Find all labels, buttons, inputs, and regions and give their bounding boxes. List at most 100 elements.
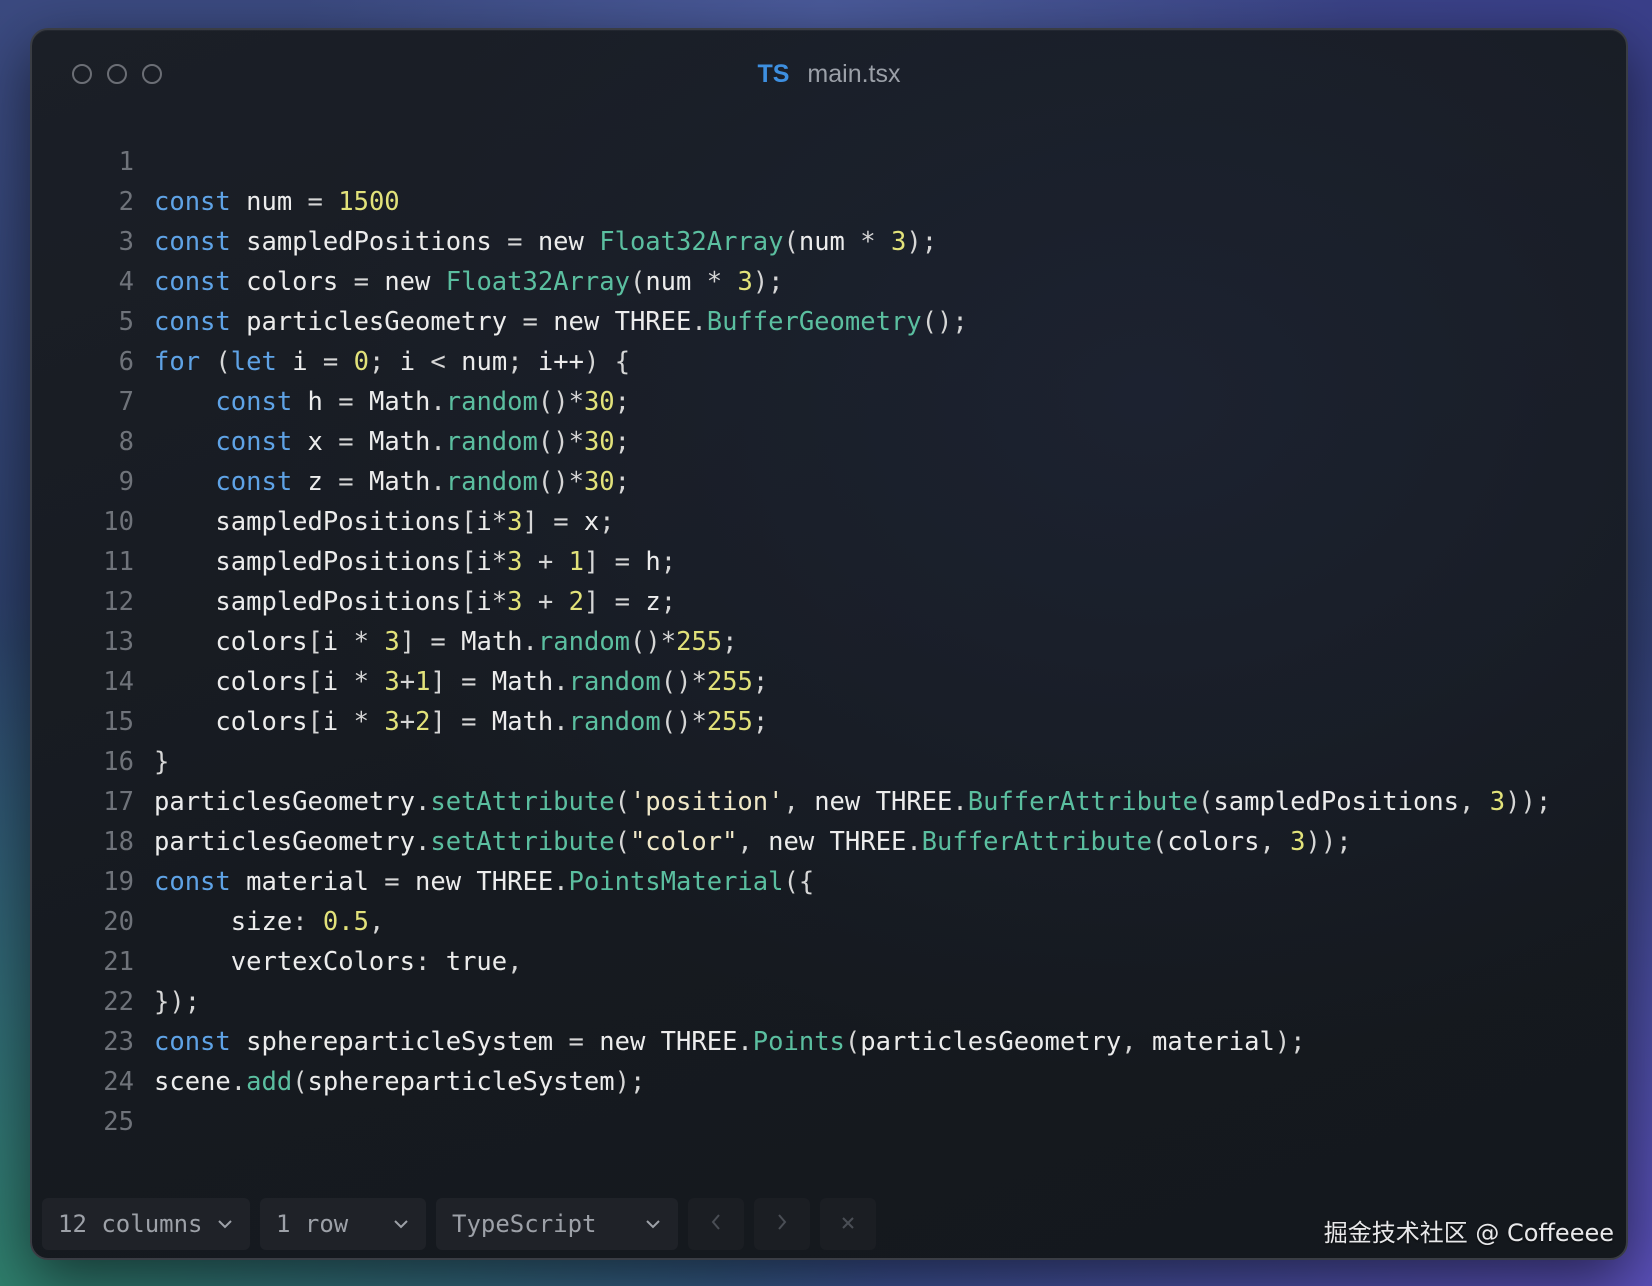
previous-button[interactable] [688, 1198, 744, 1250]
code-token: random [445, 427, 538, 457]
clear-button[interactable] [820, 1198, 876, 1250]
code-token: )); [1505, 787, 1552, 817]
code-token: ] = [522, 507, 584, 537]
code-token: 3 [507, 587, 523, 617]
next-button[interactable] [754, 1198, 810, 1250]
code-token: colors [215, 707, 308, 737]
code-token: }); [154, 987, 201, 1017]
code-token: ; [599, 507, 615, 537]
code-token: + [522, 547, 569, 577]
code-token: ; [368, 347, 400, 377]
code-token: ); [1274, 1027, 1306, 1057]
line-number: 10 [103, 507, 134, 537]
code-token: . [522, 627, 538, 657]
code-token: = [507, 227, 538, 257]
line-number: 25 [103, 1107, 134, 1137]
code-token: [ [461, 547, 477, 577]
line-number: 14 [103, 667, 134, 697]
code-token: 0.5 [322, 907, 369, 937]
code-line: 9 const z = Math.random()*30; [62, 462, 1606, 502]
code-token: 30 [583, 427, 615, 457]
code-token: : [415, 947, 446, 977]
columns-select[interactable]: 12 columns [42, 1198, 250, 1250]
language-select[interactable]: TypeScript [436, 1198, 678, 1250]
code-token: vertexColors [230, 947, 415, 977]
line-number: 3 [118, 227, 134, 257]
watermark: 掘金技术社区 @ Coffeeee [1323, 1219, 1614, 1247]
code-token: setAttribute [430, 827, 615, 857]
code-line: 25 [62, 1102, 1606, 1142]
code-token: } [154, 747, 170, 777]
code-token: = [307, 187, 339, 217]
code-token: new THREE [415, 867, 554, 897]
code-token: colors [215, 627, 308, 657]
code-token: ; [614, 387, 631, 417]
code-editor[interactable]: 1 2 const num = 1500 3 const sampledPosition… [62, 142, 1606, 1142]
code-line: 19 const material = new THREE.PointsMater… [62, 862, 1606, 902]
code-token: const [154, 227, 231, 257]
code-token: let [230, 347, 277, 377]
code-token: [ [307, 707, 323, 737]
code-line: 17 particlesGeometry.setAttribute('positi… [62, 782, 1606, 822]
code-token: . [430, 427, 446, 457]
code-token: = [322, 347, 354, 377]
code-token: . [691, 307, 707, 337]
code-token: for [154, 347, 201, 377]
code-token: = [338, 427, 369, 457]
code-token: = [338, 387, 369, 417]
code-line: 10 sampledPositions[i*3] = x; [62, 502, 1606, 542]
code-token: = [568, 1027, 600, 1057]
code-token: . [415, 827, 431, 857]
code-token: * [353, 667, 385, 697]
code-token: , [737, 827, 769, 857]
code-token: (); [921, 307, 968, 337]
code-token: scene [154, 1067, 231, 1097]
code-token: Math [368, 427, 431, 457]
code-token: Math [368, 387, 431, 417]
code-token: random [537, 627, 631, 657]
code-token: i [476, 507, 492, 537]
code-token: num [645, 267, 707, 297]
code-token: Math [368, 467, 431, 497]
code-token: particlesGeometry [860, 1027, 1122, 1057]
code-token: sphereparticleSystem [307, 1067, 615, 1097]
code-token: . [553, 707, 569, 737]
code-token: ( [629, 267, 646, 297]
code-token: ( [844, 1027, 861, 1057]
code-token: , [1459, 787, 1490, 817]
code-token: [ [307, 667, 323, 697]
code-token: 3 [384, 667, 400, 697]
code-token: ] = [583, 547, 646, 577]
code-token: * [491, 587, 508, 617]
code-line: 1 [62, 142, 1606, 182]
code-token: sampledPositions [230, 227, 508, 257]
code-token: 30 [583, 387, 615, 417]
rows-select[interactable]: 1 row [260, 1198, 426, 1250]
code-token: 3 [384, 627, 400, 657]
code-token: random [568, 667, 661, 697]
code-token: , [1121, 1027, 1152, 1057]
code-token: 3 [507, 547, 523, 577]
line-number: 13 [103, 627, 134, 657]
code-token: Float32Array [445, 267, 630, 297]
code-token: ( [1151, 827, 1168, 857]
code-token: h [645, 547, 661, 577]
code-token: < [430, 347, 462, 377]
code-token: i [276, 347, 323, 377]
code-token: Math [491, 707, 554, 737]
code-token: const [215, 427, 293, 457]
code-token: * [706, 267, 738, 297]
code-token: ()* [537, 387, 584, 417]
code-token: ; [660, 547, 677, 577]
code-token: const [154, 267, 231, 297]
code-token: i [322, 667, 354, 697]
code-token: = [384, 867, 416, 897]
code-token: . [553, 867, 569, 897]
code-token: Float32Array [599, 227, 784, 257]
line-number: 16 [103, 747, 134, 777]
code-token: 1 [568, 547, 584, 577]
code-token: ; [507, 347, 538, 377]
code-token: [ [307, 627, 323, 657]
